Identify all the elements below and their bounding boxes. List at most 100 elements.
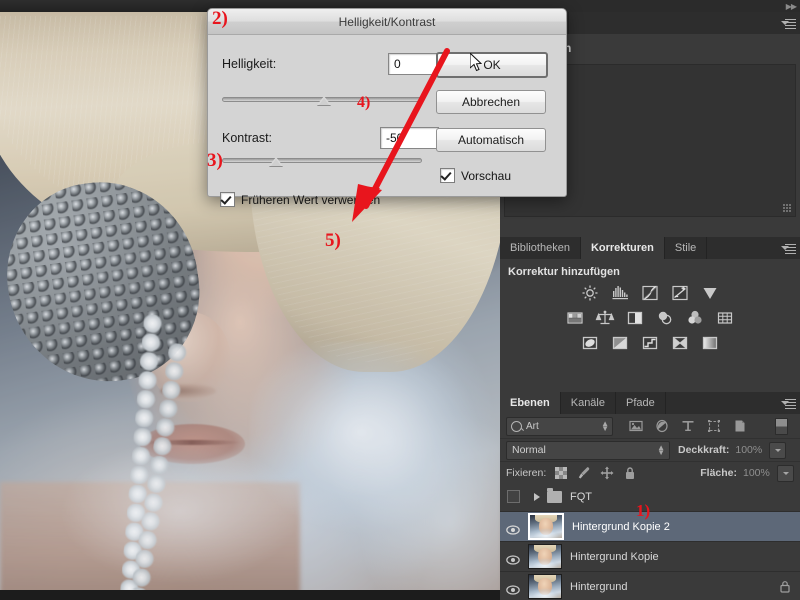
selective-color-icon[interactable] bbox=[670, 334, 690, 352]
layer-visibility-toggle[interactable] bbox=[500, 552, 526, 565]
filter-toggle-switch[interactable] bbox=[775, 417, 788, 435]
cancel-button-label: Abbrechen bbox=[461, 95, 521, 109]
folder-icon bbox=[547, 487, 562, 503]
tab-kanaele[interactable]: Kanäle bbox=[560, 392, 616, 414]
layer-name: Hintergrund bbox=[570, 580, 628, 593]
gradient-map-icon[interactable] bbox=[700, 334, 720, 352]
threshold-icon[interactable] bbox=[640, 334, 660, 352]
exposure-icon[interactable] bbox=[670, 284, 690, 302]
curves-icon[interactable] bbox=[640, 284, 660, 302]
contrast-value: -50 bbox=[386, 131, 404, 145]
blend-mode-select[interactable]: Normal ▲ ▼ bbox=[506, 440, 670, 460]
fill-dropdown-button[interactable] bbox=[777, 464, 794, 482]
layer-visibility-toggle[interactable] bbox=[500, 582, 526, 595]
eye-icon bbox=[506, 522, 520, 535]
ok-button[interactable]: OK bbox=[436, 52, 548, 78]
invert-icon[interactable] bbox=[580, 334, 600, 352]
tab-pfade[interactable]: Pfade bbox=[616, 392, 666, 414]
contrast-input[interactable]: -50 bbox=[380, 127, 439, 149]
thumb-veil bbox=[530, 528, 562, 538]
blend-mode-bar: Normal ▲ ▼ Deckkraft: 100% bbox=[500, 439, 800, 462]
brightness-contrast-icon[interactable] bbox=[580, 284, 600, 302]
brightness-slider-handle[interactable] bbox=[317, 96, 331, 105]
adjustments-panel-menu-button[interactable] bbox=[776, 237, 800, 259]
annotation-step-2: 2) bbox=[212, 8, 228, 29]
adjustment-filter-icon[interactable] bbox=[655, 419, 669, 433]
posterize-icon[interactable] bbox=[610, 334, 630, 352]
blend-mode-value: Normal bbox=[512, 444, 546, 456]
layer-name: Hintergrund Kopie 2 bbox=[572, 520, 670, 533]
lock-position-icon[interactable] bbox=[600, 466, 614, 480]
pixel-filter-icon[interactable] bbox=[629, 419, 643, 433]
tab-kanaele-label: Kanäle bbox=[570, 397, 605, 409]
brightness-slider[interactable] bbox=[222, 94, 422, 105]
brightness-contrast-dialog[interactable]: Helligkeit/Kontrast Helligkeit: 0 Kontra… bbox=[207, 8, 567, 207]
layer-list[interactable]: FQT Hintergrund Kopie 2 Hintergrund Kopi… bbox=[500, 482, 800, 600]
panel-menu-icon bbox=[780, 18, 796, 29]
lock-transparency-icon[interactable] bbox=[554, 466, 568, 480]
preview-checkbox[interactable]: Vorschau bbox=[440, 168, 511, 183]
channel-mixer-icon[interactable] bbox=[685, 309, 705, 327]
type-filter-icon[interactable] bbox=[681, 419, 695, 433]
group-expand-icon[interactable] bbox=[534, 492, 540, 501]
tab-ebenen[interactable]: Ebenen bbox=[500, 392, 561, 414]
layers-tabstrip: Ebenen Kanäle Pfade bbox=[500, 392, 800, 414]
layer-visibility-toggle[interactable] bbox=[500, 490, 526, 503]
layer-kind-select[interactable]: Art ▲ ▼ bbox=[506, 416, 613, 436]
hue-saturation-icon[interactable] bbox=[565, 309, 585, 327]
tab-stile[interactable]: Stile bbox=[664, 237, 708, 259]
table-row[interactable]: Hintergrund Kopie bbox=[500, 542, 800, 572]
eye-icon bbox=[506, 552, 520, 565]
preview-checkbox-label: Vorschau bbox=[461, 168, 512, 183]
lock-all-icon[interactable] bbox=[623, 466, 637, 480]
legacy-checkbox[interactable]: Früheren Wert verwenden bbox=[220, 192, 380, 207]
contrast-slider[interactable] bbox=[222, 155, 422, 166]
lock-image-icon[interactable] bbox=[577, 466, 591, 480]
layer-thumbnail[interactable] bbox=[528, 544, 562, 569]
fill-value[interactable]: 100% bbox=[743, 467, 777, 479]
tab-ebenen-label: Ebenen bbox=[510, 397, 550, 409]
adjustments-tabstrip: Bibliotheken Korrekturen Stile bbox=[500, 237, 800, 259]
auto-button[interactable]: Automatisch bbox=[436, 128, 546, 152]
color-lookup-icon[interactable] bbox=[715, 309, 735, 327]
opacity-dropdown-button[interactable] bbox=[769, 441, 787, 459]
layer-thumbnail[interactable] bbox=[528, 574, 562, 599]
black-white-icon[interactable] bbox=[625, 309, 645, 327]
smartobject-filter-icon[interactable] bbox=[733, 419, 747, 433]
contrast-label: Kontrast: bbox=[222, 131, 273, 145]
layer-kind-label: Art bbox=[526, 420, 539, 432]
canvas-bottom-edge bbox=[0, 590, 500, 600]
panel-menu-icon bbox=[780, 398, 796, 409]
table-row[interactable]: Hintergrund bbox=[500, 572, 800, 600]
opacity-value[interactable]: 100% bbox=[735, 444, 769, 456]
layer-visibility-toggle[interactable] bbox=[500, 522, 526, 535]
thumb-veil bbox=[529, 558, 561, 568]
panel-resize-grip[interactable] bbox=[783, 204, 792, 213]
tabstrip-filler bbox=[665, 392, 776, 414]
lock-label: Fixieren: bbox=[506, 467, 547, 479]
brightness-label: Helligkeit: bbox=[222, 57, 277, 71]
legacy-checkbox-label: Früheren Wert verwenden bbox=[241, 192, 381, 207]
levels-icon[interactable] bbox=[610, 284, 630, 302]
photo-filter-icon[interactable] bbox=[655, 309, 675, 327]
layers-panel-menu-button[interactable] bbox=[776, 392, 800, 414]
contrast-slider-handle[interactable] bbox=[269, 157, 283, 166]
shape-filter-icon[interactable] bbox=[707, 419, 721, 433]
panel-menu-icon bbox=[780, 243, 796, 254]
adjustments-row-1 bbox=[500, 284, 800, 302]
collapse-panels-icon[interactable]: ▶▶ bbox=[786, 2, 797, 11]
vibrance-icon[interactable] bbox=[700, 284, 720, 302]
brightness-input[interactable]: 0 bbox=[388, 53, 441, 75]
tab-stile-label: Stile bbox=[674, 242, 697, 254]
checkbox-checked-icon bbox=[220, 192, 235, 207]
layer-thumbnail[interactable] bbox=[528, 513, 564, 540]
dialog-title: Helligkeit/Kontrast bbox=[338, 14, 436, 29]
fill-label: Fläche: bbox=[700, 467, 737, 479]
tab-bibliotheken[interactable]: Bibliotheken bbox=[500, 237, 581, 259]
properties-panel-menu-button[interactable] bbox=[776, 12, 800, 34]
color-balance-icon[interactable] bbox=[595, 309, 615, 327]
cancel-button[interactable]: Abbrechen bbox=[436, 90, 546, 114]
tabstrip-filler bbox=[568, 12, 776, 34]
dialog-titlebar[interactable]: Helligkeit/Kontrast bbox=[208, 9, 566, 35]
tab-korrekturen[interactable]: Korrekturen bbox=[580, 237, 665, 259]
